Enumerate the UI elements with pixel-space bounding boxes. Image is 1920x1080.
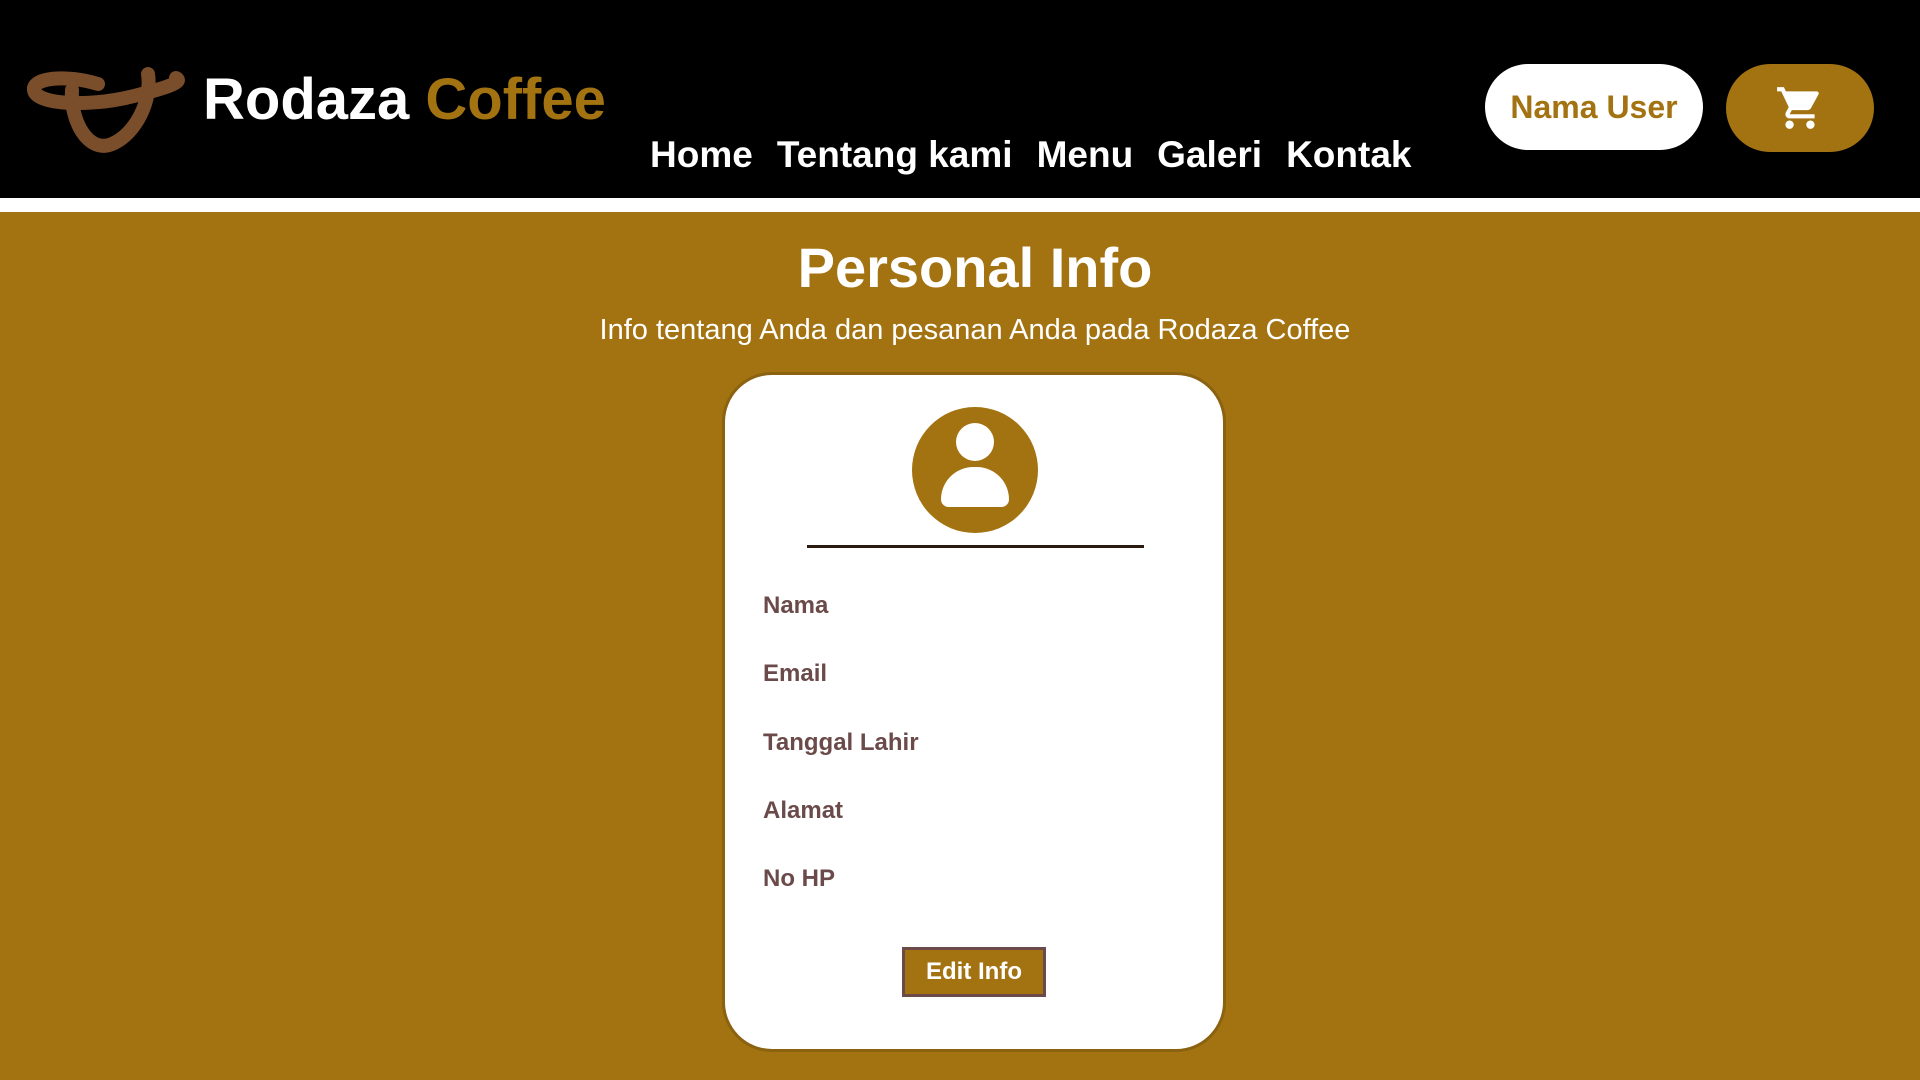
field-label-nama: Nama — [763, 592, 829, 619]
user-account-button[interactable]: Nama User — [1485, 64, 1703, 150]
nav-home[interactable]: Home — [650, 130, 753, 180]
brand-name-first: Rodaza — [203, 67, 410, 132]
brand-name-second: Coffee — [425, 67, 606, 132]
field-label-tanggal-lahir: Tanggal Lahir — [763, 729, 919, 756]
field-label-email: Email — [763, 660, 828, 687]
field-label-alamat: Alamat — [763, 797, 844, 824]
brand-name[interactable]: Rodaza Coffee — [203, 62, 606, 138]
user-avatar-icon — [912, 407, 1038, 533]
avatar-body — [941, 467, 1009, 507]
avatar-head — [956, 423, 994, 461]
cart-icon — [1777, 87, 1819, 129]
nav-menu[interactable]: Menu — [1037, 130, 1134, 180]
nav-kontak[interactable]: Kontak — [1286, 130, 1411, 180]
coffee-swirl-logo-icon[interactable] — [26, 60, 186, 160]
page-subtitle: Info tentang Anda dan pesanan Anda pada … — [599, 314, 1351, 346]
nav-galeri[interactable]: Galeri — [1157, 130, 1262, 180]
page-title: Personal Info — [797, 236, 1153, 299]
cart-button[interactable] — [1726, 64, 1874, 152]
field-label-no-hp: No HP — [763, 865, 835, 892]
main-nav: Home Tentang kami Menu Galeri Kontak — [650, 130, 1411, 180]
top-navbar: Rodaza Coffee Home Tentang kami Menu Gal… — [0, 0, 1920, 198]
nav-tentang-kami[interactable]: Tentang kami — [777, 130, 1013, 180]
header-divider — [0, 198, 1920, 212]
edit-info-button[interactable]: Edit Info — [902, 947, 1046, 997]
avatar-divider — [807, 545, 1144, 548]
